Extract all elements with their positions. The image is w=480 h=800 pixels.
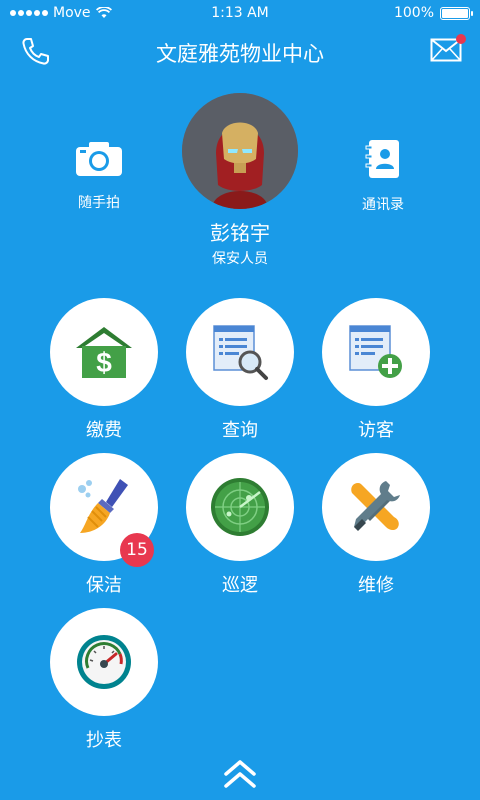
cleaning-badge: 15 xyxy=(120,533,154,567)
battery-icon xyxy=(440,6,473,20)
visitor-tile[interactable]: 访客 xyxy=(321,298,431,442)
contacts-label: 通讯录 xyxy=(362,197,404,213)
contacts-book-icon xyxy=(365,140,399,178)
house-dollar-icon: $ xyxy=(76,327,132,378)
visitor-label: 访客 xyxy=(358,420,394,441)
camera-label: 随手拍 xyxy=(78,195,120,211)
radar-icon xyxy=(211,478,269,536)
camera-icon xyxy=(76,142,122,176)
user-name: 彭铭宇 xyxy=(210,221,270,245)
query-tile[interactable]: 查询 xyxy=(185,298,295,442)
query-label: 查询 xyxy=(222,420,258,441)
contacts-button[interactable]: 通讯录 xyxy=(338,138,428,214)
battery-percent: 100% xyxy=(393,5,434,21)
repair-tile[interactable]: 维修 xyxy=(321,453,431,597)
svg-text:$: $ xyxy=(96,347,112,378)
user-role: 保安人员 xyxy=(212,251,268,267)
mail-icon[interactable] xyxy=(430,34,466,66)
document-add-icon xyxy=(349,325,402,378)
top-bar: 文庭雅苑物业中心 xyxy=(0,30,480,74)
notification-dot xyxy=(456,34,466,44)
avatar[interactable] xyxy=(182,93,298,209)
meter-tile[interactable]: 抄表 xyxy=(49,608,159,752)
page-title: 文庭雅苑物业中心 xyxy=(156,42,324,66)
repair-label: 维修 xyxy=(358,575,394,596)
broom-icon xyxy=(78,479,128,533)
payment-tile[interactable]: $ 缴费 xyxy=(49,298,159,442)
cleaning-tile[interactable]: 15 保洁 xyxy=(49,453,159,597)
meter-label: 抄表 xyxy=(86,730,122,751)
gauge-icon xyxy=(77,635,131,689)
tools-icon xyxy=(351,481,400,531)
document-search-icon xyxy=(213,325,268,380)
status-bar: Move 1:13 AM 100% xyxy=(0,0,480,26)
patrol-tile[interactable]: 巡逻 xyxy=(185,453,295,597)
expand-chevron-icon[interactable] xyxy=(222,758,258,794)
patrol-label: 巡逻 xyxy=(222,575,258,596)
cleaning-label: 保洁 xyxy=(86,575,122,596)
camera-button[interactable]: 随手拍 xyxy=(54,140,144,212)
payment-label: 缴费 xyxy=(86,420,122,441)
